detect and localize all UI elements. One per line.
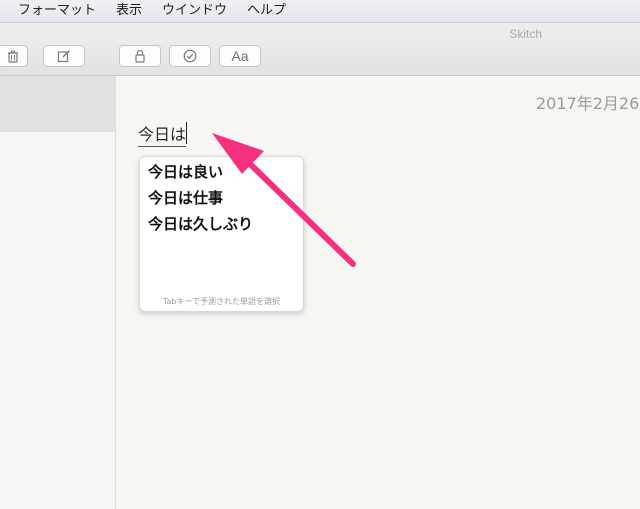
text-caret: [186, 122, 187, 144]
menu-view[interactable]: 表示: [106, 0, 152, 22]
lock-icon: [134, 49, 146, 63]
notes-window: フォーマット 表示 ウインドウ ヘルプ Skitch Aa 2017年2月26 …: [0, 0, 640, 509]
note-date: 2017年2月26: [536, 94, 640, 113]
menu-format[interactable]: フォーマット: [0, 0, 106, 22]
suggestion-item[interactable]: 今日は良い: [148, 159, 253, 185]
menu-help[interactable]: ヘルプ: [237, 0, 296, 22]
suggestion-list: 今日は良い 今日は仕事 今日は久しぶり: [148, 159, 253, 237]
selected-note-row[interactable]: [0, 76, 115, 132]
toolbar: Aa: [0, 39, 640, 76]
compose-icon: [57, 49, 71, 63]
font-icon: Aa: [231, 48, 249, 64]
notes-list-sidebar: [0, 76, 116, 509]
trash-icon: [7, 50, 19, 63]
font-format-button[interactable]: Aa: [219, 45, 261, 67]
delete-note-button[interactable]: [0, 45, 28, 67]
lock-button[interactable]: [119, 45, 161, 67]
note-text-input[interactable]: 今日は: [138, 121, 187, 147]
title-bar: Skitch: [0, 23, 640, 41]
autocomplete-popup: 今日は良い 今日は仕事 今日は久しぶり Tabキーで予測された単語を選択: [139, 156, 304, 312]
suggestion-item[interactable]: 今日は仕事: [148, 185, 253, 211]
checkmark-icon: [183, 49, 197, 63]
menu-bar: フォーマット 表示 ウインドウ ヘルプ: [0, 0, 640, 23]
autocomplete-hint: Tabキーで予測された単語を選択: [162, 297, 281, 306]
menu-window[interactable]: ウインドウ: [152, 0, 237, 22]
new-note-button[interactable]: [43, 45, 85, 67]
suggestion-item[interactable]: 今日は久しぶり: [148, 211, 253, 237]
checklist-button[interactable]: [169, 45, 211, 67]
